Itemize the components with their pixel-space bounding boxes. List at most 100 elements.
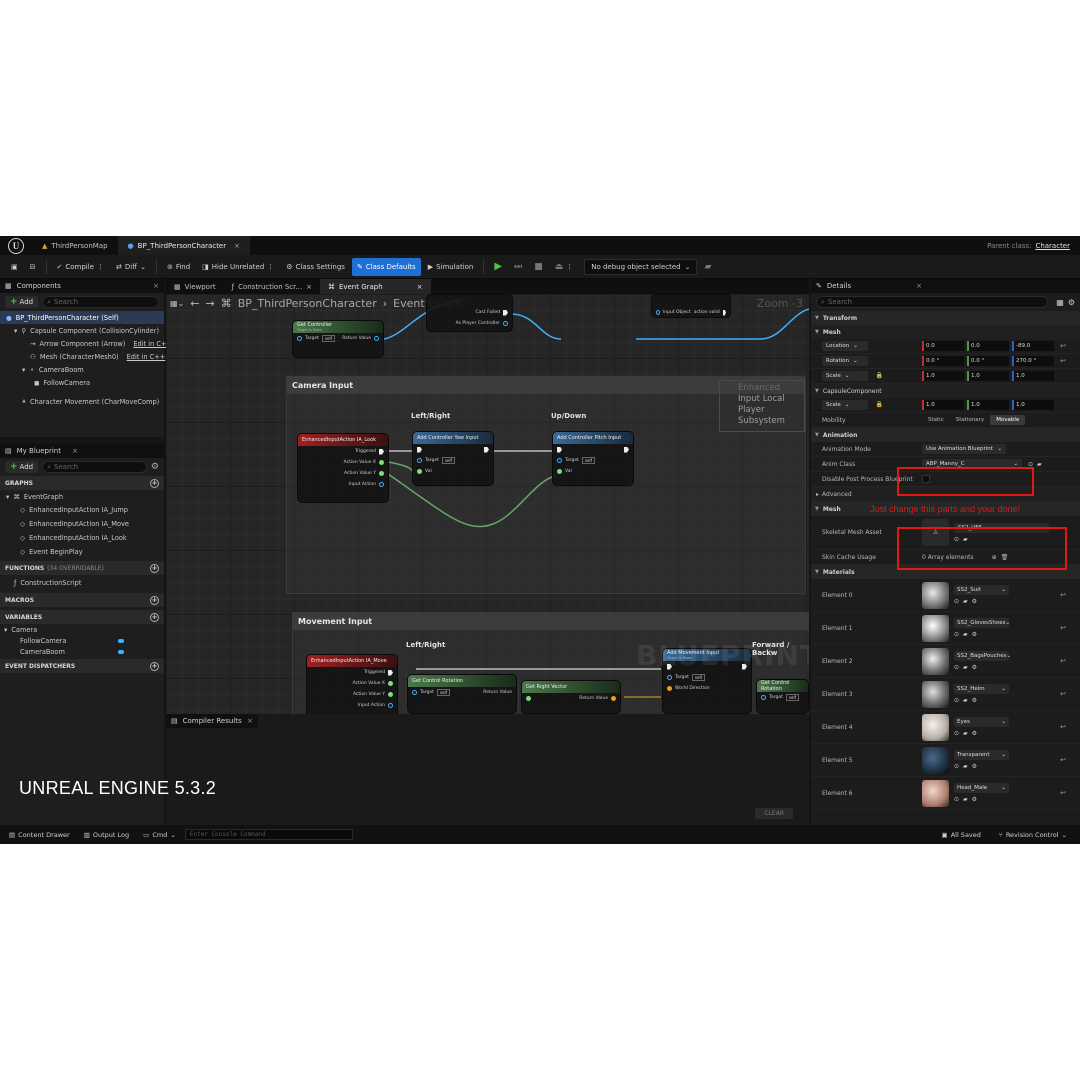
- simulation-button[interactable]: ▶ Simulation: [423, 258, 479, 276]
- component-followcamera[interactable]: ◼ FollowCamera: [0, 376, 164, 389]
- scale-dropdown[interactable]: Scale ⌄: [822, 371, 868, 381]
- add-yaw-input-node[interactable]: Add Controller Yaw Input Target self Val: [412, 431, 494, 486]
- content-drawer-button[interactable]: ▤ Content Drawer: [4, 828, 75, 842]
- rotation-dropdown[interactable]: Rotation ⌄: [822, 356, 868, 366]
- find-button[interactable]: ⊚ Find: [162, 258, 195, 276]
- grid-view-icon[interactable]: ▦: [1056, 298, 1064, 307]
- scale-x-field[interactable]: 1.0: [922, 371, 964, 381]
- event-item[interactable]: ◇ EnhancedInputAction IA_Look: [0, 531, 164, 545]
- add-macro-icon[interactable]: +: [150, 595, 159, 605]
- get-control-rotation-node[interactable]: Get Control Rotation Target self Return Va…: [407, 674, 517, 714]
- vector-pin-icon[interactable]: [611, 696, 616, 701]
- save-all-status[interactable]: ▣ All Saved: [937, 828, 986, 842]
- use-selected-icon[interactable]: ⊙: [954, 598, 959, 605]
- get-right-vector-node[interactable]: Get Right Vector Return Value: [521, 680, 621, 714]
- material-dropdown[interactable]: SS2_Helm ⌄: [954, 684, 1009, 694]
- gear-icon[interactable]: ⚙: [972, 763, 977, 770]
- edit-in-cpp-link[interactable]: Edit in C++: [127, 353, 166, 361]
- rotator-pin-icon[interactable]: [526, 696, 531, 701]
- float-pin-icon[interactable]: [379, 471, 384, 476]
- save-button[interactable]: ▣: [6, 258, 23, 276]
- material-thumbnail[interactable]: [922, 614, 949, 642]
- use-selected-icon[interactable]: ⊙: [954, 664, 959, 671]
- get-controller-node[interactable]: Get Controller Target is Pawn Target self R…: [292, 320, 384, 358]
- object-pin-icon[interactable]: [503, 321, 508, 326]
- eject-button[interactable]: ⏏ ⋮: [550, 258, 579, 276]
- lock-icon[interactable]: 🔒: [876, 372, 883, 379]
- browse-folder-icon[interactable]: ▰: [963, 796, 968, 803]
- transform-section[interactable]: ▼ Transform: [811, 311, 1080, 325]
- material-thumbnail[interactable]: [922, 581, 949, 609]
- use-selected-icon[interactable]: ⊙: [954, 631, 959, 638]
- gear-icon[interactable]: ⚙: [972, 598, 977, 605]
- float-pin-icon[interactable]: [557, 469, 562, 474]
- object-pin-icon[interactable]: [379, 482, 384, 487]
- function-item[interactable]: ƒ ConstructionScript: [0, 575, 164, 591]
- animation-section[interactable]: ▼ Animation: [811, 428, 1080, 442]
- debug-find-button[interactable]: ▰: [699, 258, 716, 276]
- event-item[interactable]: ◇ EnhancedInputAction IA_Jump: [0, 503, 164, 517]
- lock-icon[interactable]: 🔒: [876, 401, 883, 408]
- functions-section[interactable]: FUNCTIONS (34 OVERRIDABLE) +: [0, 561, 164, 575]
- close-icon[interactable]: ×: [306, 283, 312, 291]
- event-graph-canvas[interactable]: ▦⌄ ← → ⌘ BP_ThirdPersonCharacter › Event…: [166, 294, 809, 714]
- tab-event-graph[interactable]: ⌘ Event Graph ×: [319, 279, 431, 294]
- stop-button[interactable]: ■: [529, 258, 548, 276]
- macros-section[interactable]: MACROS +: [0, 593, 164, 607]
- object-pin-icon[interactable]: [417, 458, 422, 463]
- event-item[interactable]: ◇ EnhancedInputAction IA_Move: [0, 517, 164, 531]
- use-selected-icon[interactable]: ⊙: [954, 796, 959, 803]
- compiler-results-tab[interactable]: ▤ Compiler Results ×: [166, 714, 258, 728]
- browse-folder-icon[interactable]: ▰: [963, 730, 968, 737]
- exec-pin-icon[interactable]: [624, 446, 629, 453]
- cast-node[interactable]: Cast Failed As Player Controller: [426, 294, 513, 332]
- scale-y-field[interactable]: 1.0: [967, 371, 1009, 381]
- object-pin-icon[interactable]: [667, 675, 672, 680]
- debug-object-dropdown[interactable]: No debug object selected ⌄: [584, 258, 698, 275]
- material-thumbnail[interactable]: [922, 713, 949, 741]
- object-pin-icon[interactable]: [761, 695, 766, 700]
- compile-button[interactable]: ✔ Compile ⋮: [52, 258, 110, 276]
- scale-z-field[interactable]: 1.0: [1012, 400, 1054, 410]
- revision-control-button[interactable]: ⑂ Revision Control ⌄: [994, 828, 1072, 842]
- object-pin-icon[interactable]: [374, 336, 379, 341]
- add-component-button[interactable]: + Add: [5, 296, 39, 308]
- output-log-button[interactable]: ▥ Output Log: [79, 828, 134, 842]
- material-thumbnail[interactable]: [922, 680, 949, 708]
- component-self[interactable]: ● BP_ThirdPersonCharacter (Self): [0, 311, 164, 324]
- tab-bp-thirdpersoncharacter[interactable]: ● BP_ThirdPersonCharacter ×: [117, 236, 250, 255]
- add-function-icon[interactable]: +: [150, 563, 159, 573]
- reset-arrow-icon[interactable]: ↩: [1060, 690, 1066, 698]
- location-y-field[interactable]: 0.0: [967, 341, 1009, 351]
- material-dropdown[interactable]: SS2_Suit ⌄: [954, 585, 1009, 595]
- exec-pin-icon[interactable]: [484, 446, 489, 453]
- float-pin-icon[interactable]: [388, 692, 393, 697]
- close-icon[interactable]: ×: [234, 242, 240, 250]
- close-icon[interactable]: ×: [916, 282, 922, 290]
- reset-arrow-icon[interactable]: ↩: [1060, 342, 1066, 350]
- gear-icon[interactable]: ⚙: [972, 664, 977, 671]
- reset-arrow-icon[interactable]: ↩: [1060, 723, 1066, 731]
- event-graph-item[interactable]: ▾ ⌘ EventGraph: [0, 490, 164, 503]
- gear-icon[interactable]: ⚙: [972, 697, 977, 704]
- gear-icon[interactable]: ⚙: [972, 796, 977, 803]
- diff-button[interactable]: ⇄ Diff ⌄: [111, 258, 151, 276]
- exec-pin-icon[interactable]: [722, 309, 726, 316]
- gear-icon[interactable]: ⚙: [972, 730, 977, 737]
- reset-arrow-icon[interactable]: ↩: [1060, 756, 1066, 764]
- animation-mode-dropdown[interactable]: Use Animation Blueprint ⌄: [922, 444, 1006, 454]
- tab-thirdpersonmap[interactable]: ▲ ThirdPersonMap: [32, 236, 118, 255]
- object-pin-icon[interactable]: [412, 690, 417, 695]
- capsule-subsection[interactable]: ▼ CapsuleComponent: [811, 384, 1080, 398]
- add-member-button[interactable]: + Add: [5, 461, 39, 473]
- component-charmove[interactable]: ⚹ Character Movement (CharMoveComp): [0, 395, 164, 408]
- object-pin-icon[interactable]: [557, 458, 562, 463]
- use-selected-icon[interactable]: ⊙: [954, 763, 959, 770]
- get-control-rotation-node-2[interactable]: Get Control Rotation Target self: [756, 679, 809, 714]
- material-dropdown[interactable]: SS2_GlovesShoes ⌄: [954, 618, 1010, 628]
- add-dispatcher-icon[interactable]: +: [150, 661, 159, 671]
- material-dropdown[interactable]: Transparent ⌄: [954, 750, 1009, 760]
- object-pin-icon[interactable]: [297, 336, 302, 341]
- component-cameraboom[interactable]: ▾ ⚬ CameraBoom: [0, 363, 164, 376]
- object-pin-icon[interactable]: [656, 310, 660, 315]
